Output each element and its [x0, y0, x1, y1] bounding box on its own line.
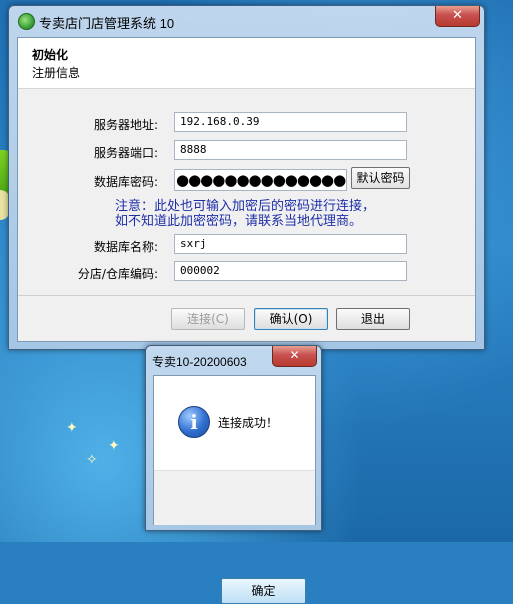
db-name-input[interactable]: sxrj	[174, 234, 407, 254]
sparkle-icon: ✧	[86, 452, 98, 468]
info-icon: i	[178, 406, 210, 438]
exit-button[interactable]: 退出	[336, 308, 410, 330]
app-icon	[18, 13, 35, 30]
ok-button[interactable]: 确定	[221, 578, 306, 604]
dialog-client-area: 初始化 注册信息 服务器地址: 192.168.0.39 服务器端口: 8888…	[17, 37, 476, 342]
server-address-label: 服务器地址:	[93, 118, 158, 132]
message-text: 连接成功！	[218, 416, 279, 430]
message-box-footer: 确定	[154, 470, 315, 604]
server-address-input[interactable]: 192.168.0.39	[174, 112, 407, 132]
db-name-label: 数据库名称:	[93, 240, 158, 254]
db-password-label: 数据库密码:	[93, 175, 158, 189]
note-line-2: 如不知道此加密密码，请联系当地代理商。	[115, 214, 363, 229]
page-title: 初始化	[32, 48, 69, 62]
window-title: 专卖店门店管理系统 10	[39, 16, 175, 31]
message-box-title: 专卖10-20200603	[152, 355, 247, 369]
server-port-input[interactable]: 8888	[174, 140, 407, 160]
sparkle-icon: ✦	[66, 420, 78, 436]
dialog-header: 初始化 注册信息	[18, 38, 475, 89]
message-box: 专卖10-20200603 ✕ i 连接成功！ 确定	[145, 345, 322, 604]
close-icon[interactable]: ✕	[435, 6, 480, 27]
default-password-button[interactable]: 默认密码	[351, 167, 410, 189]
db-password-input[interactable]: ●●●●●●●●●●●●●●●●	[174, 169, 347, 191]
page-subtitle: 注册信息	[32, 66, 81, 80]
message-box-client: i 连接成功！ 确定	[153, 375, 316, 604]
store-code-label: 分店/仓库编码:	[77, 267, 158, 281]
divider	[18, 295, 475, 296]
confirm-button[interactable]: 确认(O)	[254, 308, 328, 330]
sparkle-icon: ✦	[108, 438, 120, 454]
close-icon[interactable]: ✕	[272, 346, 317, 367]
connect-button[interactable]: 连接(C)	[171, 308, 245, 330]
store-code-input[interactable]: 000002	[174, 261, 407, 281]
server-port-label: 服务器端口:	[93, 146, 158, 160]
main-window: 专卖店门店管理系统 10 ✕ 初始化 注册信息 服务器地址: 192.168.0…	[8, 5, 485, 350]
